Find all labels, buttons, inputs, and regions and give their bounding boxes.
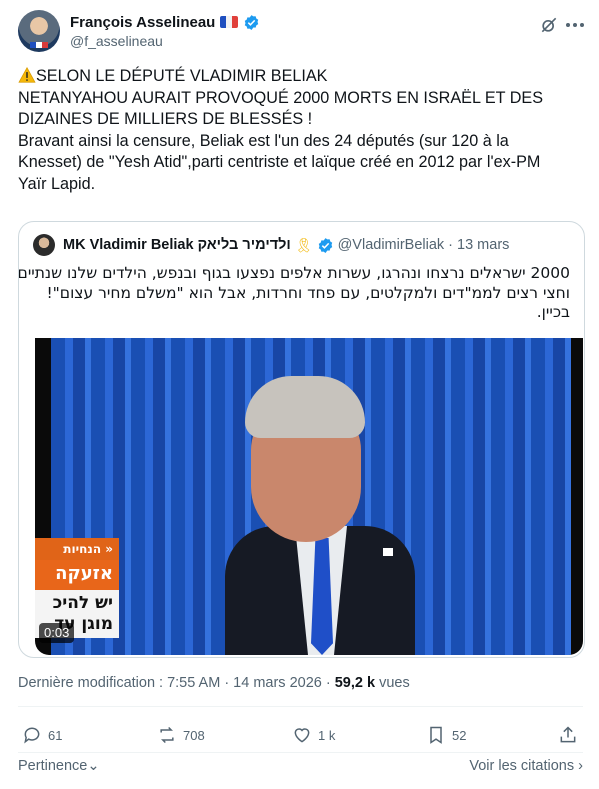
repost-icon	[160, 726, 174, 744]
heart-icon	[294, 728, 310, 743]
tweet-line-text: SELON LE DÉPUTÉ VLADIMIR BELIAK	[36, 67, 328, 85]
repost-button[interactable]: 708	[157, 722, 205, 748]
grok-icon[interactable]	[538, 14, 560, 36]
modified-timestamp[interactable]: Dernière modification : 7:55 AM · 14 mar…	[18, 675, 331, 691]
replies-footer: Pertinence⌄ Voir les citations ›	[18, 758, 583, 778]
quoted-line: בכיין.	[536, 303, 570, 321]
relevance-sort-dropdown[interactable]: Pertinence⌄	[18, 758, 99, 774]
video-speaker	[225, 376, 415, 655]
reply-button[interactable]: 61	[22, 722, 62, 748]
views-count: 59,2 k	[334, 675, 376, 691]
share-icon	[560, 726, 576, 743]
author-name-line: François Asselineau	[70, 12, 260, 32]
quoted-header: MK Vladimir Beliak ולדימיר בליאק 🎗 @Vlad…	[33, 234, 509, 256]
reply-icon	[24, 727, 40, 744]
tweet-line: NETANYAHOU AURAIT PROVOQUÉ 2000 MORTS EN…	[18, 88, 544, 107]
more-icon[interactable]	[564, 14, 586, 36]
warning-icon	[18, 67, 36, 83]
chevron-right-icon: ›	[578, 758, 583, 774]
chevron-down-icon: ⌄	[87, 758, 100, 774]
share-button[interactable]	[558, 722, 578, 748]
tweet-line: DIZAINES DE MILLIERS DE BLESSÉS !	[18, 110, 313, 128]
tweet-line: SELON LE DÉPUTÉ VLADIMIR BELIAK	[18, 66, 583, 88]
quoted-date[interactable]: 13 mars	[457, 237, 509, 253]
verified-badge-icon	[245, 14, 259, 30]
yellow-ribbon-icon: 🎗	[294, 236, 313, 253]
quoted-text: 2000 ישראלים נרצחו ונהרגו, עשרות אלפים נ…	[18, 264, 570, 323]
views-label: vues	[379, 675, 410, 691]
tweet-line: Bravant ainsi la censure, Beliak est l'u…	[18, 131, 509, 150]
quoted-avatar[interactable]	[33, 234, 55, 256]
bookmark-button[interactable]: 52	[426, 722, 466, 748]
quoted-line: וחצי רצים לממ"דים ולמקלטים, עם פחד וחרדו…	[46, 283, 570, 302]
like-button[interactable]: 1 k	[292, 722, 335, 748]
bookmark-count: 52	[452, 727, 467, 743]
tweet-line: Yaïr Lapid.	[18, 174, 96, 193]
view-quotes-link[interactable]: Voir les citations ›	[469, 758, 583, 774]
relevance-label: Pertinence	[18, 758, 88, 774]
action-bar: 61 708 1 k 52	[18, 722, 583, 748]
france-flag-icon	[220, 16, 239, 28]
view-quotes-label: Voir les citations	[469, 758, 575, 774]
quoted-video[interactable]: « הנחיות אזעקה יש להיכ מוגן עד 0:03	[35, 338, 583, 655]
tweet-line: Knesset) de "Yesh Atid",parti centriste …	[18, 153, 541, 171]
like-count: 1 k	[318, 727, 336, 743]
news-alert: אזעקה	[35, 560, 119, 590]
video-timecode: 0:03	[39, 623, 75, 643]
quoted-display-name[interactable]: MK Vladimir Beliak ולדימיר בליאק	[63, 237, 291, 253]
news-tag: « הנחיות	[35, 538, 119, 560]
news-line: יש להיכ	[52, 593, 113, 613]
author-avatar[interactable]	[18, 10, 60, 52]
quoted-handle[interactable]: @VladimirBeliak	[338, 237, 445, 253]
repost-count: 708	[183, 727, 205, 743]
divider	[18, 752, 583, 753]
tweet-header: François Asselineau @f_asselineau	[18, 10, 586, 54]
bookmark-icon	[430, 726, 442, 744]
quoted-line: 2000 ישראלים נרצחו ונהרגו, עשרות אלפים נ…	[18, 264, 570, 282]
divider	[18, 706, 583, 707]
tweet-text: SELON LE DÉPUTÉ VLADIMIR BELIAK NETANYAH…	[18, 66, 583, 195]
tweet-meta: Dernière modification : 7:55 AM · 14 mar…	[18, 675, 410, 691]
separator-dot: ·	[448, 237, 454, 253]
author-display-name[interactable]: François Asselineau	[70, 14, 215, 31]
reply-count: 61	[48, 727, 63, 743]
verified-badge-icon	[318, 237, 332, 253]
author-handle[interactable]: @f_asselineau	[70, 33, 163, 49]
